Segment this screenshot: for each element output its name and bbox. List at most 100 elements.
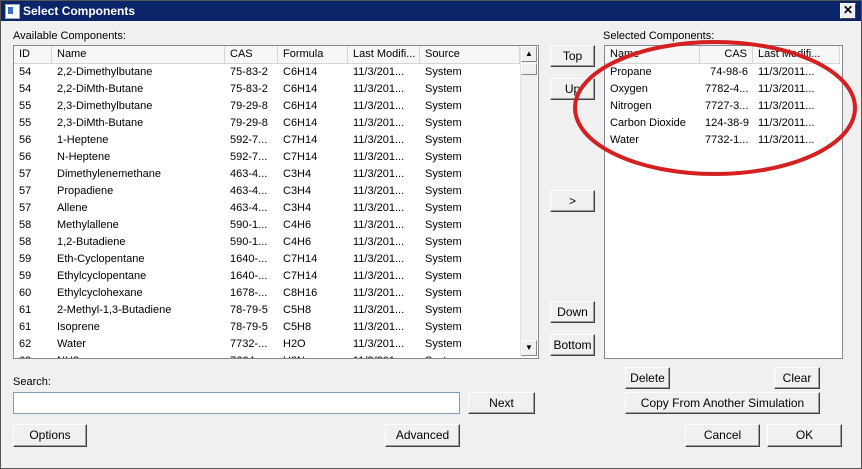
available-cell-id: 54 xyxy=(19,83,32,95)
available-list-scrollbar[interactable]: ▲ ▼ xyxy=(520,46,537,356)
up-button[interactable]: Up xyxy=(550,78,595,100)
bottom-button[interactable]: Bottom xyxy=(550,334,595,356)
available-table-row[interactable]: 59 Eth-Cyclopentane 1640-... C7H14 11/3/201.… xyxy=(14,251,520,268)
selected-cell-last-modified: 11/3/2011... xyxy=(758,66,815,78)
available-components-label: Available Components: xyxy=(13,30,126,42)
selected-table-row[interactable]: Oxygen 7782-4... 11/3/2011... xyxy=(605,81,840,98)
available-table-row[interactable]: 55 2,3-DiMth-Butane 79-29-8 C6H14 11/3/201..… xyxy=(14,115,520,132)
available-table-row[interactable]: 61 2-Methyl-1,3-Butadiene 78-79-5 C5H8 11/3/… xyxy=(14,302,520,319)
available-table-row[interactable]: 54 2,2-Dimethylbutane 75-83-2 C6H14 11/3/201… xyxy=(14,64,520,81)
available-cell-formula: C6H14 xyxy=(283,66,318,78)
available-cell-cas: 79-29-8 xyxy=(230,117,268,129)
available-cell-last-modified: 11/3/201... xyxy=(353,134,405,146)
available-table-row[interactable]: 59 Ethylcyclopentane 1640-... C7H14 11/3/201… xyxy=(14,268,520,285)
available-cell-name: Ethylcyclopentane xyxy=(57,270,147,282)
available-cell-source: System xyxy=(425,185,462,197)
selected-table-row[interactable]: Water 7732-1... 11/3/2011... xyxy=(605,132,840,149)
window-title: Select Components xyxy=(23,4,136,18)
available-column-header-cas[interactable]: CAS xyxy=(225,46,278,63)
available-table-row[interactable]: 60 Ethylcyclohexane 1678-... C8H16 11/3/201.… xyxy=(14,285,520,302)
available-table-row[interactable]: 61 Isoprene 78-79-5 C5H8 11/3/201... System xyxy=(14,319,520,336)
available-table-row[interactable]: 58 Methylallene 590-1... C4H6 11/3/201... Sys… xyxy=(14,217,520,234)
selected-components-list[interactable]: Name CAS Last Modifi... Propane 74-98-6 11/3… xyxy=(604,45,843,359)
options-button[interactable]: Options xyxy=(13,424,87,447)
cancel-button[interactable]: Cancel xyxy=(685,424,760,447)
available-cell-formula: C3H4 xyxy=(283,168,312,180)
top-button[interactable]: Top xyxy=(550,45,595,67)
selected-cell-last-modified: 11/3/2011... xyxy=(758,134,815,146)
available-cell-formula: C5H8 xyxy=(283,321,312,333)
available-cell-formula: C6H14 xyxy=(283,117,318,129)
available-list-header: ID Name CAS Formula Last Modifi... Source xyxy=(14,46,520,64)
available-cell-cas: 590-1... xyxy=(230,219,268,231)
clear-button[interactable]: Clear xyxy=(774,367,820,389)
available-table-row[interactable]: 57 Dimethylenemethane 463-4... C3H4 11/3/201… xyxy=(14,166,520,183)
available-cell-id: 59 xyxy=(19,253,32,265)
available-cell-source: System xyxy=(425,338,462,350)
available-cell-formula: C5H8 xyxy=(283,304,312,316)
available-cell-last-modified: 11/3/201... xyxy=(353,202,405,214)
available-cell-last-modified: 11/3/201... xyxy=(353,185,405,197)
selected-cell-name: Water xyxy=(610,134,639,146)
available-components-list[interactable]: ID Name CAS Formula Last Modifi... Source 54 2… xyxy=(13,45,539,359)
available-table-row[interactable]: 56 N-Heptene 592-7... C7H14 11/3/201... Syste… xyxy=(14,149,520,166)
available-column-header-source[interactable]: Source xyxy=(420,46,520,63)
copy-from-another-simulation-button[interactable]: Copy From Another Simulation xyxy=(625,392,820,414)
available-cell-last-modified: 11/3/201... xyxy=(353,83,405,95)
available-cell-id: 54 xyxy=(19,66,32,78)
available-cell-formula: C6H14 xyxy=(283,83,318,95)
selected-column-header-name[interactable]: Name xyxy=(605,46,700,63)
available-table-row[interactable]: 55 2,3-Dimethylbutane 79-29-8 C6H14 11/3/201… xyxy=(14,98,520,115)
available-cell-formula: C4H6 xyxy=(283,236,312,248)
available-column-header-name[interactable]: Name xyxy=(52,46,225,63)
available-cell-formula: C8H16 xyxy=(283,287,318,299)
available-cell-source: System xyxy=(425,117,462,129)
search-input[interactable] xyxy=(13,392,460,414)
available-cell-source: System xyxy=(425,202,462,214)
ok-button[interactable]: OK xyxy=(767,424,842,447)
next-button[interactable]: Next xyxy=(468,392,535,414)
available-cell-name: Eth-Cyclopentane xyxy=(57,253,145,265)
available-column-header-id[interactable]: ID xyxy=(14,46,52,63)
available-cell-source: System xyxy=(425,219,462,231)
available-table-row[interactable]: 57 Propadiene 463-4... C3H4 11/3/201... Syste… xyxy=(14,183,520,200)
available-cell-id: 55 xyxy=(19,117,32,129)
available-cell-id: 57 xyxy=(19,185,32,197)
available-cell-last-modified: 11/3/201... xyxy=(353,219,405,231)
selected-table-row[interactable]: Carbon Dioxide 124-38-9 11/3/2011... xyxy=(605,115,840,132)
down-button[interactable]: Down xyxy=(550,301,595,323)
scroll-thumb[interactable] xyxy=(521,63,537,75)
advanced-button[interactable]: Advanced xyxy=(385,424,460,447)
scroll-down-arrow-icon[interactable]: ▼ xyxy=(521,340,537,356)
available-table-row[interactable]: 54 2,2-DiMth-Butane 75-83-2 C6H14 11/3/201..… xyxy=(14,81,520,98)
available-table-row[interactable]: 58 1,2-Butadiene 590-1... C4H6 11/3/201... Sy… xyxy=(14,234,520,251)
add-component-button[interactable]: > xyxy=(550,190,595,212)
available-cell-id: 58 xyxy=(19,219,32,231)
available-cell-cas: 592-7... xyxy=(230,151,268,163)
scroll-up-arrow-icon[interactable]: ▲ xyxy=(521,46,537,62)
available-cell-cas: 463-4... xyxy=(230,202,268,214)
selected-table-row[interactable]: Propane 74-98-6 11/3/2011... xyxy=(605,64,840,81)
available-cell-cas: 75-83-2 xyxy=(230,83,268,95)
selected-column-header-cas[interactable]: CAS xyxy=(700,46,753,63)
available-cell-formula: C7H14 xyxy=(283,270,318,282)
available-cell-cas: 78-79-5 xyxy=(230,304,268,316)
selected-column-header-last-modified[interactable]: Last Modifi... xyxy=(753,46,840,63)
available-cell-source: System xyxy=(425,100,462,112)
available-cell-name: 2,3-Dimethylbutane xyxy=(57,100,153,112)
available-cell-formula: H2O xyxy=(283,338,306,350)
close-icon[interactable]: ✕ xyxy=(840,3,856,19)
available-table-row[interactable]: 56 1-Heptene 592-7... C7H14 11/3/201... Syste… xyxy=(14,132,520,149)
available-cell-source: System xyxy=(425,287,462,299)
available-table-row[interactable]: 62 Water 7732-... H2O 11/3/201... System xyxy=(14,336,520,353)
available-cell-source: System xyxy=(425,66,462,78)
available-cell-formula: H3N xyxy=(278,353,348,358)
selected-table-row[interactable]: Nitrogen 7727-3... 11/3/2011... xyxy=(605,98,840,115)
available-cell-source: System xyxy=(425,253,462,265)
delete-button[interactable]: Delete xyxy=(625,367,670,389)
available-table-row[interactable]: 63NH37664-...H3N11/3/201...System xyxy=(14,353,520,358)
available-table-row[interactable]: 57 Allene 463-4... C3H4 11/3/201... System xyxy=(14,200,520,217)
available-column-header-last-modified[interactable]: Last Modifi... xyxy=(348,46,420,63)
available-cell-cas: 1640-... xyxy=(230,253,268,265)
available-column-header-formula[interactable]: Formula xyxy=(278,46,348,63)
